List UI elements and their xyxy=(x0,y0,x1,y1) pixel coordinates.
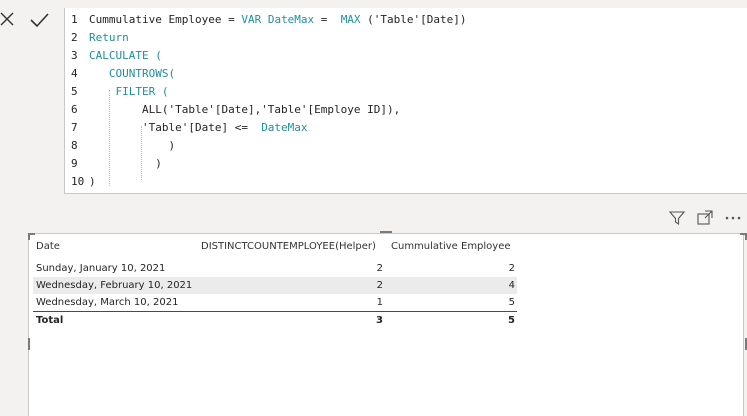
resize-handle[interactable] xyxy=(28,233,30,240)
cell-date: Wednesday, March 10, 2021 xyxy=(36,297,179,308)
line-number: 8 xyxy=(71,139,78,152)
code-line: 5 FILTER ( xyxy=(65,83,747,101)
close-icon[interactable] xyxy=(0,8,18,32)
code-line: 1 Cummulative Employee = VAR DateMax = MA… xyxy=(65,11,747,29)
cell-date: Wednesday, February 10, 2021 xyxy=(36,280,193,291)
data-table: Date DISTINCTCOUNTEMPLOYEE(Helper) Cummu… xyxy=(33,236,517,329)
cell-total-cumulative: 5 xyxy=(508,315,515,326)
line-number: 6 xyxy=(71,103,78,116)
code-text: 'Table'[Date] <= DateMax xyxy=(89,121,308,134)
table-visual[interactable]: Date DISTINCTCOUNTEMPLOYEE(Helper) Cummu… xyxy=(28,233,744,416)
table-total-row: Total 3 5 xyxy=(33,311,517,329)
code-text: ) xyxy=(89,157,162,170)
code-text: ) xyxy=(89,175,96,188)
table-row: Wednesday, February 10, 2021 2 4 xyxy=(33,277,517,294)
line-number: 2 xyxy=(71,31,78,44)
code-text: COUNTROWS( xyxy=(89,67,176,80)
cell-helper: 1 xyxy=(376,297,383,308)
focus-mode-icon[interactable] xyxy=(695,208,715,228)
dax-formula-editor[interactable]: 1 Cummulative Employee = VAR DateMax = MA… xyxy=(64,8,747,194)
table-row: Wednesday, March 10, 2021 1 5 xyxy=(33,294,517,311)
cell-cumulative: 5 xyxy=(508,297,515,308)
code-line: 4 COUNTROWS( xyxy=(65,65,747,83)
code-line: 6 ALL('Table'[Date],'Table'[Employe ID])… xyxy=(65,101,747,119)
resize-handle[interactable] xyxy=(380,231,392,233)
column-header-cumulative[interactable]: Cummulative Employee xyxy=(391,236,517,260)
column-header-helper[interactable]: DISTINCTCOUNTEMPLOYEE(Helper) xyxy=(201,236,383,260)
checkmark-icon[interactable] xyxy=(27,8,51,32)
more-options-icon[interactable] xyxy=(723,208,743,228)
code-text: Return xyxy=(89,31,129,44)
table-row: Sunday, January 10, 2021 2 2 xyxy=(33,260,517,277)
code-text: FILTER ( xyxy=(89,85,169,98)
line-number: 4 xyxy=(71,67,78,80)
code-text: Cummulative Employee = VAR DateMax = MAX… xyxy=(89,13,467,26)
cell-total-label: Total xyxy=(36,315,64,326)
cell-date: Sunday, January 10, 2021 xyxy=(36,263,166,274)
cell-cumulative: 4 xyxy=(508,280,515,291)
resize-handle[interactable] xyxy=(28,338,30,350)
line-number: 1 xyxy=(71,13,78,26)
code-line: 9 ) xyxy=(65,155,747,173)
code-text: CALCULATE ( xyxy=(89,49,162,62)
code-line: 8 ) xyxy=(65,137,747,155)
line-number: 10 xyxy=(71,175,85,188)
code-line: 2 Return xyxy=(65,29,747,47)
code-line: 7 'Table'[Date] <= DateMax xyxy=(65,119,747,137)
code-text: ) xyxy=(89,139,176,152)
line-number: 7 xyxy=(71,121,78,134)
cell-helper: 2 xyxy=(376,263,383,274)
line-number: 9 xyxy=(71,157,78,170)
cell-helper: 2 xyxy=(376,280,383,291)
column-header-date[interactable]: Date xyxy=(36,236,60,260)
line-number: 5 xyxy=(71,85,78,98)
filter-icon[interactable] xyxy=(667,208,687,228)
line-number: 3 xyxy=(71,49,78,62)
code-line: 10) xyxy=(65,173,747,191)
formula-bar-actions xyxy=(0,6,64,36)
code-text: ALL('Table'[Date],'Table'[Employe ID]), xyxy=(89,103,401,116)
table-header: Date DISTINCTCOUNTEMPLOYEE(Helper) Cummu… xyxy=(33,236,517,260)
cell-total-helper: 3 xyxy=(376,315,383,326)
cell-cumulative: 2 xyxy=(508,263,515,274)
code-line: 3 CALCULATE ( xyxy=(65,47,747,65)
